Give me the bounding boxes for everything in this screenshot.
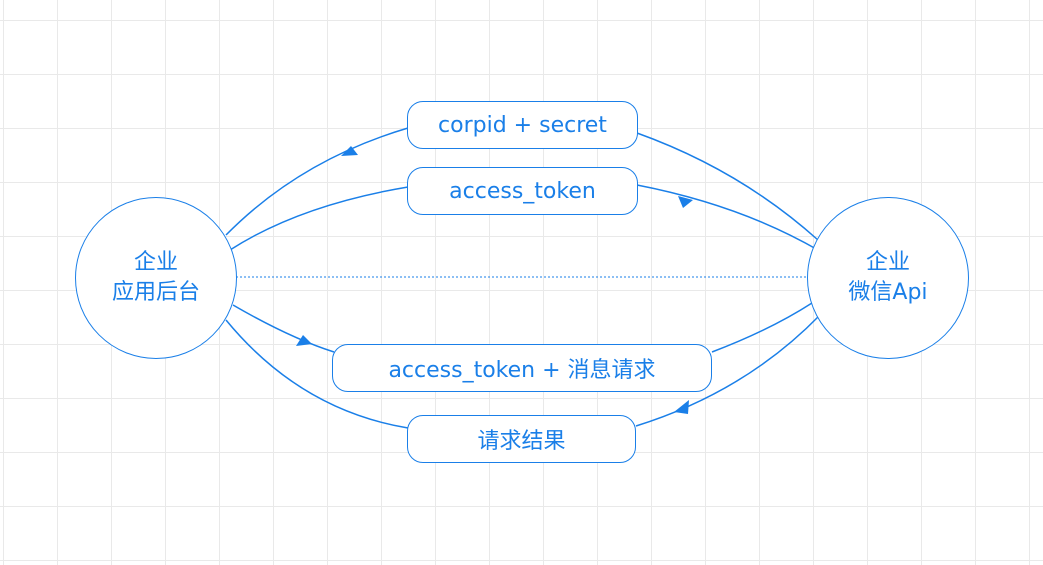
arrowhead-message-request [296,335,312,346]
flow-arc-access-token-tail [229,186,409,251]
message-label-message-request: access_token + 消息请求 [332,344,712,392]
message-label-corpid-secret: corpid + secret [407,101,638,149]
node-label-line1: 企业 [133,250,178,275]
node-label-line2: 应用后台 [111,280,200,305]
message-label-access-token: access_token [407,167,638,215]
enterprise-wechat-api-node: 企业 微信Api [807,197,969,359]
flow-arc-corpid-secret [225,127,409,236]
node-label-line2: 微信Api [848,280,928,305]
flow-arc-message-request-tail [711,302,813,353]
flow-arc-corpid-secret-tail [636,132,819,241]
message-label-request-result: 请求结果 [407,415,636,463]
node-label-line1: 企业 [865,250,910,275]
enterprise-app-backend-node: 企业 应用后台 [75,197,237,359]
arrowhead-request-result [674,400,689,414]
